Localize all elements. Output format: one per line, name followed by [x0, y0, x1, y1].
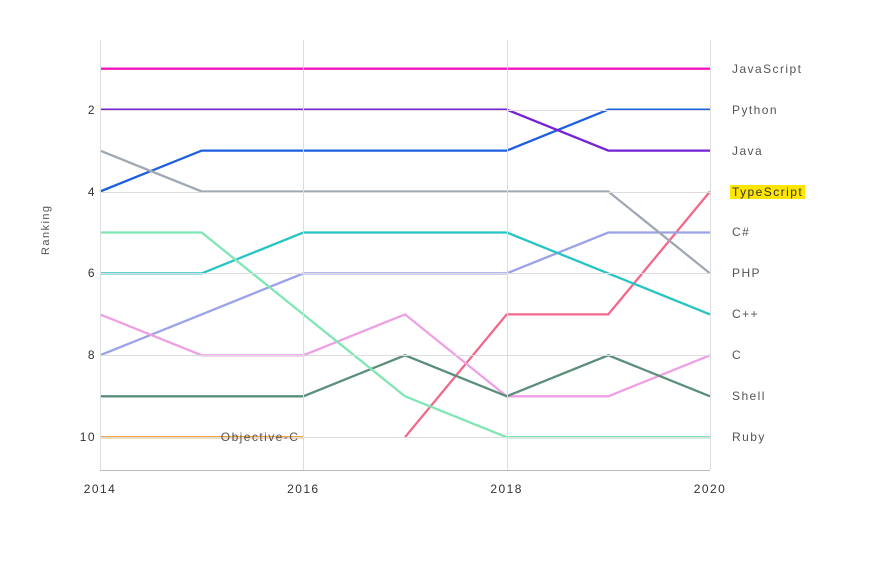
- gridline-h: [100, 437, 710, 438]
- gridline-v: [303, 40, 304, 470]
- y-tick-label: 4: [78, 185, 96, 199]
- y-tick-label: 8: [78, 348, 96, 362]
- y-tick-label: 10: [78, 430, 96, 444]
- x-tick-label: 2020: [694, 482, 726, 496]
- series-line: [405, 192, 710, 438]
- gridline-h: [100, 192, 710, 193]
- series-label: Java: [730, 144, 765, 158]
- x-tick-label: 2018: [490, 482, 522, 496]
- x-tick-label: 2016: [287, 482, 319, 496]
- series-label: TypeScript: [730, 185, 805, 199]
- series-label: Python: [730, 103, 780, 117]
- y-tick-label: 6: [78, 266, 96, 280]
- plot-area: [100, 40, 710, 471]
- series-label: C#: [730, 225, 752, 239]
- series-label: Shell: [730, 389, 768, 403]
- y-axis-label: Ranking: [40, 205, 52, 255]
- series-line: [100, 151, 710, 274]
- series-label-internal: Objective-C: [221, 430, 304, 444]
- series-label: C++: [730, 307, 761, 321]
- series-line: [100, 233, 710, 356]
- series-label: PHP: [730, 266, 763, 280]
- series-line: [100, 233, 710, 438]
- gridline-h: [100, 355, 710, 356]
- gridline-v: [100, 40, 101, 470]
- series-label: C: [730, 348, 744, 362]
- series-line: [100, 110, 710, 151]
- series-label: JavaScript: [730, 62, 804, 76]
- gridline-h: [100, 273, 710, 274]
- chart-lines: [100, 40, 710, 470]
- chart-container: Ranking 2 4 6 8 10 2014 2016 2018 2020 JavaScript…: [0, 0, 886, 568]
- y-tick-label: 2: [78, 103, 96, 117]
- x-tick-label: 2014: [84, 482, 116, 496]
- series-line: [100, 355, 710, 396]
- gridline-h: [100, 110, 710, 111]
- series-label: Ruby: [730, 430, 768, 444]
- gridline-v: [507, 40, 508, 470]
- gridline-v: [710, 40, 711, 470]
